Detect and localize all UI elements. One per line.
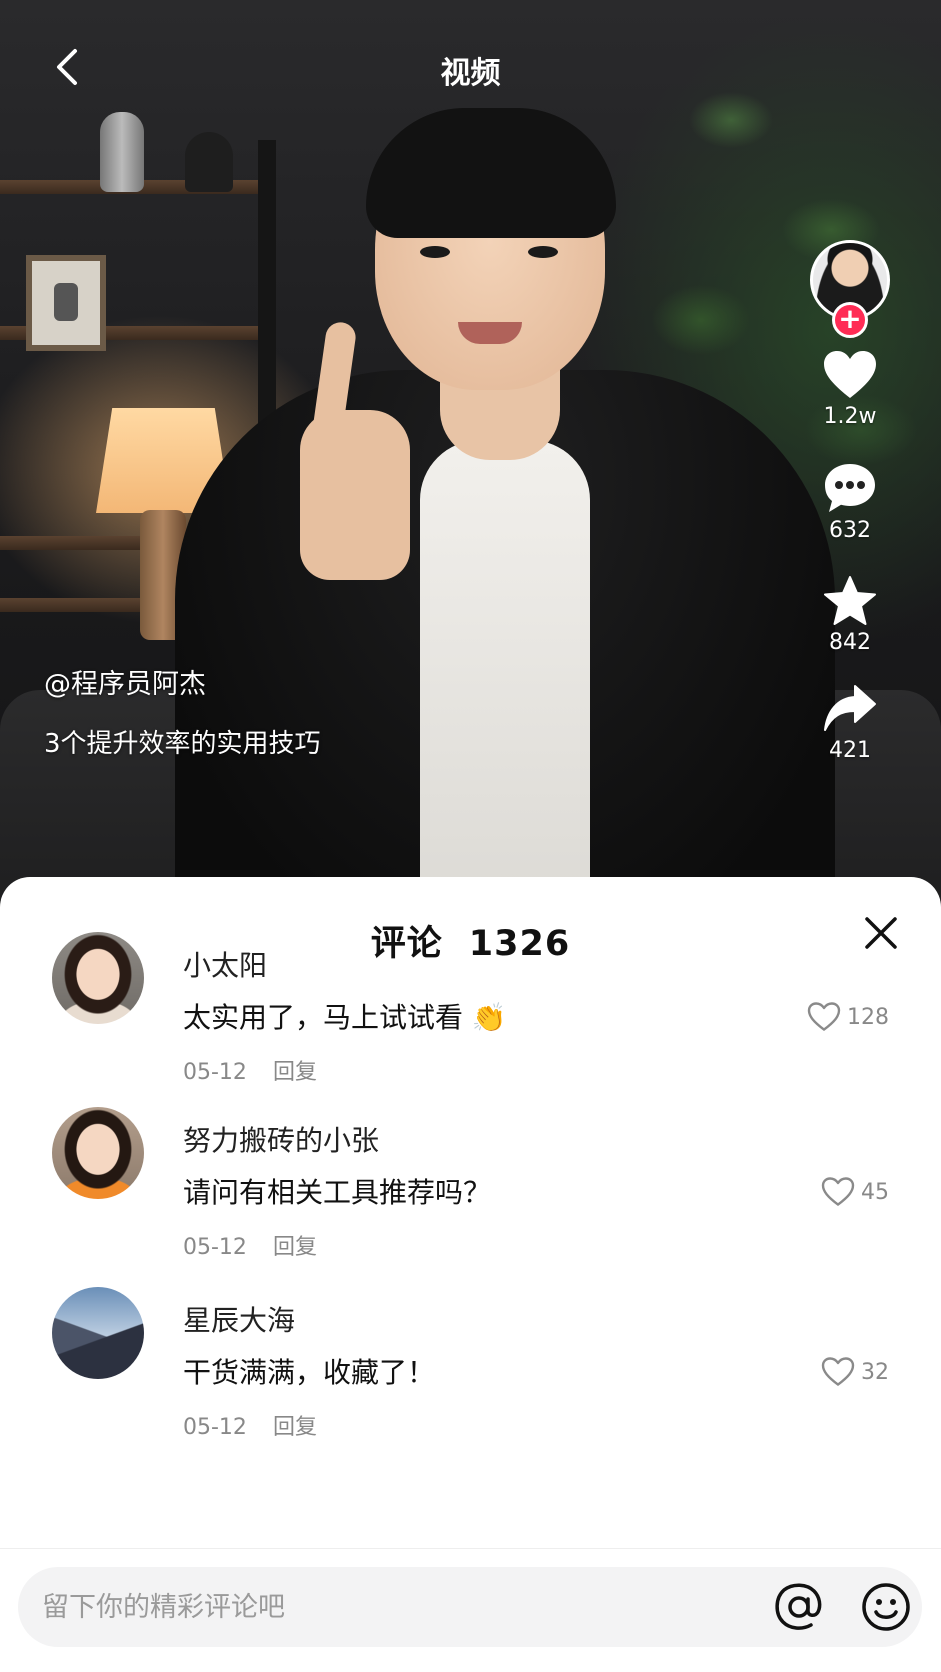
comment-author[interactable]: 小太阳 bbox=[183, 944, 267, 984]
smile-icon bbox=[862, 1583, 910, 1631]
comment-input[interactable] bbox=[42, 1581, 742, 1633]
comment-author[interactable]: 星辰大海 bbox=[183, 1299, 295, 1339]
author-handle[interactable]: @程序员阿杰 bbox=[44, 662, 321, 701]
comment-like-button[interactable]: 128 bbox=[807, 1002, 889, 1032]
comment-count: 632 bbox=[829, 518, 871, 543]
comment-author[interactable]: 努力搬砖的小张 bbox=[183, 1119, 379, 1159]
like-button[interactable]: 1.2w bbox=[800, 350, 900, 429]
comment-button[interactable]: 632 bbox=[800, 462, 900, 543]
comment-like-count: 45 bbox=[861, 1179, 889, 1205]
picture-frame bbox=[26, 255, 106, 351]
comment-like-count: 128 bbox=[847, 1004, 889, 1030]
comment-like-count: 32 bbox=[861, 1359, 889, 1385]
presenter-eye bbox=[420, 246, 450, 258]
favorite-button[interactable]: 842 bbox=[800, 576, 900, 655]
video-caption: @程序员阿杰 3个提升效率的实用技巧 bbox=[44, 662, 321, 760]
reply-button[interactable]: 回复 bbox=[273, 1060, 317, 1085]
at-icon bbox=[775, 1583, 822, 1630]
comment-like-button[interactable]: 32 bbox=[821, 1357, 889, 1387]
presenter-shirt bbox=[420, 440, 590, 900]
comment-meta: 05-12 回复 bbox=[183, 1409, 343, 1441]
like-count: 1.2w bbox=[823, 404, 877, 429]
heart-outline-icon bbox=[821, 1357, 855, 1386]
comment-input-bar bbox=[0, 1548, 941, 1672]
comment-text: 干货满满，收藏了！ bbox=[183, 1356, 436, 1389]
reply-button[interactable]: 回复 bbox=[273, 1415, 317, 1440]
favorite-count: 842 bbox=[829, 630, 871, 655]
comment-date: 05-12 bbox=[183, 1060, 247, 1085]
reply-button[interactable]: 回复 bbox=[273, 1235, 317, 1260]
follow-button[interactable]: + bbox=[832, 302, 868, 338]
heart-icon bbox=[824, 351, 876, 398]
chat-bubble-icon bbox=[825, 464, 875, 512]
vase bbox=[185, 132, 233, 192]
comment-text: 请问有相关工具推荐吗？ bbox=[183, 1176, 492, 1209]
vase bbox=[100, 112, 144, 192]
mention-button[interactable] bbox=[773, 1581, 825, 1633]
presenter-hand bbox=[300, 410, 410, 580]
star-icon bbox=[824, 576, 876, 625]
avatar[interactable] bbox=[52, 1287, 144, 1379]
comment-date: 05-12 bbox=[183, 1235, 247, 1260]
comment-text: 太实用了，马上试试看 👏 bbox=[183, 1001, 507, 1034]
comment-item: 小太阳 太实用了，马上试试看 👏 05-12 回复 128 bbox=[0, 932, 941, 1102]
video-description: 3个提升效率的实用技巧 bbox=[44, 729, 321, 759]
share-button[interactable]: 421 bbox=[800, 684, 900, 763]
heart-outline-icon bbox=[807, 1002, 841, 1031]
comment-meta: 05-12 回复 bbox=[183, 1054, 343, 1086]
share-arrow-icon bbox=[824, 685, 876, 731]
comment-item: 星辰大海 干货满满，收藏了！ 05-12 回复 32 bbox=[0, 1287, 941, 1457]
emoji-button[interactable] bbox=[860, 1581, 912, 1633]
share-count: 421 bbox=[829, 738, 871, 763]
heart-outline-icon bbox=[821, 1177, 855, 1206]
presenter-hair bbox=[366, 108, 616, 238]
video-player[interactable] bbox=[0, 0, 941, 900]
comment-item: 努力搬砖的小张 请问有相关工具推荐吗？ 05-12 回复 45 bbox=[0, 1107, 941, 1277]
avatar[interactable] bbox=[52, 932, 144, 1024]
presenter-eye bbox=[528, 246, 558, 258]
comment-like-button[interactable]: 45 bbox=[821, 1177, 889, 1207]
page-title: 视频 bbox=[440, 56, 501, 91]
comment-date: 05-12 bbox=[183, 1415, 247, 1440]
avatar[interactable] bbox=[52, 1107, 144, 1199]
comment-meta: 05-12 回复 bbox=[183, 1229, 343, 1261]
comment-input-container bbox=[18, 1567, 922, 1647]
